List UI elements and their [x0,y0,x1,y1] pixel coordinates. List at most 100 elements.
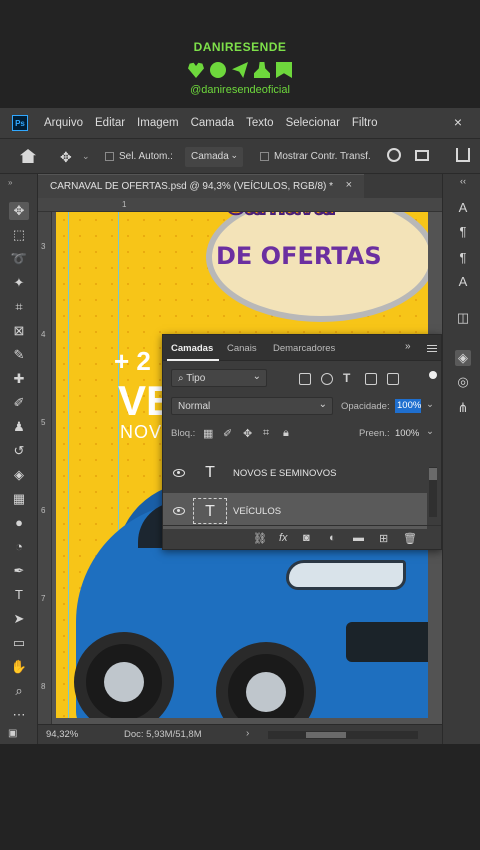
workspace-icon[interactable] [415,150,429,161]
marquee-tool-icon[interactable]: ⬚ [9,226,29,244]
layer-name: NOVOS E SEMINOVOS [233,468,337,479]
paragraph-icon[interactable]: ¶ [455,224,471,239]
brand-handle: @daniresendeoficial [190,84,290,96]
brush-tool-icon[interactable]: ✐ [9,394,29,412]
crop-tool-icon[interactable]: ⌗ [9,298,29,316]
fill-input[interactable]: 100% [395,428,419,439]
tab-camadas[interactable]: Camadas [171,343,213,354]
collapse-panel-icon[interactable]: » [405,341,411,352]
lock-artboard-icon[interactable]: ⌗ [263,427,269,440]
menu-editar[interactable]: Editar [95,117,125,129]
opacity-input[interactable]: 100% [395,399,421,413]
menu-filtro[interactable]: Filtro [352,117,378,129]
rectangle-tool-icon[interactable]: ▭ [9,634,29,652]
adjustment-layer-icon[interactable]: ◐ [329,532,336,544]
delete-layer-icon[interactable]: 🗑︎ [403,532,417,545]
ruler-horizontal[interactable]: 1 [38,198,442,212]
dodge-tool-icon[interactable]: ◔ [9,538,29,556]
lock-position-icon[interactable]: ✥ [243,427,252,440]
chevron-down-icon[interactable]: ⌄ [426,399,434,410]
menu-imagem[interactable]: Imagem [137,117,179,129]
lock-all-icon[interactable]: 🔒︎ [283,427,289,440]
chevron-down-icon: ⌄ [318,399,327,410]
ruler-vertical[interactable]: 3 4 5 6 7 8 [38,212,52,732]
glyphs-icon[interactable]: A [455,274,471,289]
layer-row-selected[interactable]: T VEÍCULOS [163,493,427,529]
hand-tool-icon[interactable]: ✋ [9,658,29,676]
eyedropper-tool-icon[interactable]: ✎ [9,346,29,364]
layer-filter-dropdown[interactable]: ⌕ Tipo ⌄ [171,369,267,387]
chevron-down-icon[interactable]: ⌄ [426,426,434,437]
auto-select-dropdown[interactable]: Camada ⌄ [185,147,243,167]
layers-panel-icon[interactable]: ◈ [455,350,471,366]
lasso-tool-icon[interactable]: ➰ [9,250,29,268]
paths-icon[interactable]: ⋔ [455,400,471,416]
tab-canais[interactable]: Canais [227,343,257,354]
show-transform-checkbox[interactable] [260,152,269,161]
filter-adjustment-icon[interactable] [321,373,333,385]
gradient-tool-icon[interactable]: ▦ [9,490,29,508]
lock-pixels-icon[interactable]: ✐ [223,427,232,440]
collapse-panel-icon[interactable]: ‹‹ [455,176,471,186]
zoom-tool-icon[interactable]: ⌕ [9,682,29,700]
healing-brush-tool-icon[interactable]: ✚ [9,370,29,388]
channels-icon[interactable]: ◎ [455,374,471,390]
blend-mode-dropdown[interactable]: Normal ⌄ [171,397,333,415]
eraser-tool-icon[interactable]: ◈ [9,466,29,484]
zoom-level[interactable]: 94,32% [46,729,78,740]
filter-toggle-icon[interactable] [429,371,437,379]
filter-shape-icon[interactable] [365,373,377,385]
guide-line[interactable] [68,212,69,718]
status-menu-arrow-icon[interactable]: › [246,728,249,739]
move-tool-icon[interactable]: ✥ [60,149,72,166]
layers-scrollbar-thumb[interactable] [429,468,437,480]
panel-menu-icon[interactable] [427,345,437,352]
share-icon[interactable] [456,148,470,162]
layers-footer: ⛓ fx ◙ ◐ ▬ ⊞ 🗑︎ [163,525,441,549]
document-tab[interactable]: CARNAVAL DE OFERTAS.psd @ 94,3% (VEÍCULO… [38,174,364,198]
pen-tool-icon[interactable]: ✒ [9,562,29,580]
window-close-icon[interactable]: × [454,114,462,130]
link-layers-icon[interactable]: ⛓ [253,532,267,545]
layer-row[interactable]: T NOVOS E SEMINOVOS [163,455,427,491]
document-info[interactable]: Doc: 5,93M/51,8M [124,729,202,740]
layer-style-fx-icon[interactable]: fx [279,532,288,544]
search-icon[interactable] [387,148,401,162]
document-title: CARNAVAL DE OFERTAS.psd @ 94,3% (VEÍCULO… [50,181,334,192]
filter-type-icon[interactable]: T [343,371,350,385]
new-group-icon[interactable]: ▬ [353,532,364,544]
close-icon[interactable]: × [346,179,352,191]
type-tool-icon[interactable]: T [9,586,29,604]
add-mask-icon[interactable]: ◙ [303,532,310,544]
libraries-icon[interactable]: ◫ [455,310,471,326]
visibility-eye-icon[interactable] [173,507,185,515]
menu-texto[interactable]: Texto [246,117,274,129]
tab-demarcadores[interactable]: Demarcadores [273,343,335,354]
auto-select-checkbox[interactable] [105,152,114,161]
horizontal-scrollbar-thumb[interactable] [306,732,346,738]
new-layer-icon[interactable]: ⊞ [379,532,388,545]
move-tool-icon[interactable]: ✥ [9,202,29,220]
character-icon[interactable]: A [455,200,471,215]
ruler-tick-label: 6 [41,506,46,515]
path-select-tool-icon[interactable]: ➤ [9,610,29,628]
expand-panel-icon[interactable]: » [8,178,12,187]
magic-wand-tool-icon[interactable]: ✦ [9,274,29,292]
filter-smart-object-icon[interactable] [387,373,399,385]
menu-camada[interactable]: Camada [191,117,234,129]
more-tools-icon[interactable]: ⋯ [9,706,29,724]
lock-transparency-icon[interactable]: ▦ [203,427,213,440]
home-icon[interactable] [20,149,36,163]
frame-tool-icon[interactable]: ⊠ [9,322,29,340]
filter-pixel-icon[interactable] [299,373,311,385]
visibility-eye-icon[interactable] [173,469,185,477]
screen-mode-icon[interactable]: ▣ [8,728,17,739]
chevron-down-icon[interactable]: ⌄ [82,151,90,162]
brand-name: DANIRESENDE [193,40,287,54]
blur-tool-icon[interactable]: ● [9,514,29,532]
menu-selecionar[interactable]: Selecionar [286,117,340,129]
stamp-tool-icon[interactable]: ♟ [9,418,29,436]
history-brush-tool-icon[interactable]: ↺ [9,442,29,460]
paragraph-styles-icon[interactable]: ¶ [455,250,471,265]
menu-arquivo[interactable]: Arquivo [44,117,83,129]
